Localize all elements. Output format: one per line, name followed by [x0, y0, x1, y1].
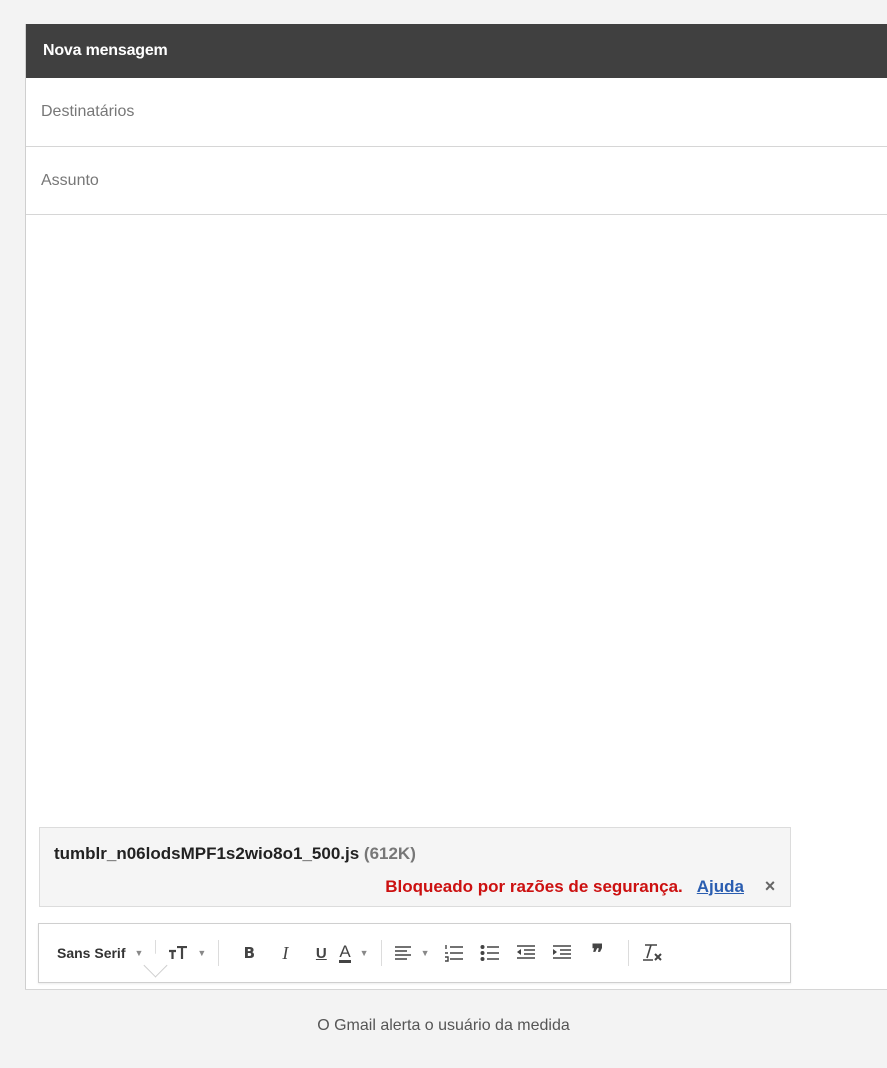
italic-button[interactable]: I [271, 938, 299, 968]
image-caption: O Gmail alerta o usuário da medida [317, 1017, 570, 1034]
bold-button[interactable]: B [235, 938, 263, 968]
bulleted-list-button[interactable] [476, 938, 504, 968]
subject-placeholder: Assunto [41, 171, 99, 189]
toolbar-divider [627, 940, 629, 966]
attachment-info: tumblr_n06lodsMPF1s2wio8o1_500.js (612K) [54, 844, 416, 864]
toolbar-divider [218, 940, 220, 966]
divider [25, 989, 887, 990]
chevron-down-icon: ▼ [420, 948, 430, 958]
indent-less-icon [516, 945, 535, 959]
underline-button[interactable]: U [307, 938, 335, 968]
close-icon[interactable]: × [762, 876, 778, 897]
chevron-down-icon: ▼ [134, 948, 144, 958]
attachment-warning-row: Bloqueado por razões de segurança. Ajuda… [385, 876, 778, 897]
numbered-list-icon [444, 945, 463, 962]
compose-window: Nova mensagem Destinatários Assunto tumb… [25, 24, 887, 990]
indent-more-icon [552, 945, 571, 959]
attachment-size: (612K) [363, 844, 416, 863]
subject-field[interactable]: Assunto [26, 147, 887, 215]
chevron-down-icon: ▼ [359, 948, 369, 958]
font-size-icon [169, 946, 188, 959]
attachment-blocked-warning: Bloqueado por razões de segurança. [385, 876, 683, 896]
font-family-select[interactable]: Sans Serif ▼ [57, 938, 143, 968]
indent-less-button[interactable] [512, 938, 540, 968]
bulleted-list-icon [480, 945, 499, 961]
recipients-field[interactable]: Destinatários [26, 78, 887, 147]
align-icon [394, 946, 411, 960]
toolbar-divider [380, 940, 382, 966]
remove-formatting-button[interactable] [641, 938, 663, 968]
align-button[interactable]: ▼ [394, 938, 430, 968]
quote-button[interactable]: ❞ [584, 938, 612, 968]
font-size-button[interactable]: ▼ [168, 938, 206, 968]
text-color-icon: A [339, 941, 351, 963]
quote-icon: ❞ [591, 940, 604, 965]
message-body[interactable] [26, 215, 887, 825]
remove-formatting-icon [642, 944, 662, 961]
attachment-chip: tumblr_n06lodsMPF1s2wio8o1_500.js (612K)… [39, 827, 791, 907]
help-link[interactable]: Ajuda [697, 877, 744, 897]
attachment-filename: tumblr_n06lodsMPF1s2wio8o1_500.js [54, 844, 360, 863]
chevron-down-icon: ▼ [197, 948, 207, 958]
compose-title: Nova mensagem [43, 42, 168, 59]
formatting-toolbar: Sans Serif ▼ ▼ B I U A ▼ ▼ ❞ [38, 923, 791, 983]
text-color-button[interactable]: A ▼ [339, 938, 369, 968]
indent-more-button[interactable] [548, 938, 576, 968]
numbered-list-button[interactable] [440, 938, 468, 968]
recipients-placeholder: Destinatários [41, 103, 135, 120]
compose-title-bar[interactable]: Nova mensagem [26, 24, 887, 78]
font-family-label: Sans Serif [57, 945, 126, 961]
